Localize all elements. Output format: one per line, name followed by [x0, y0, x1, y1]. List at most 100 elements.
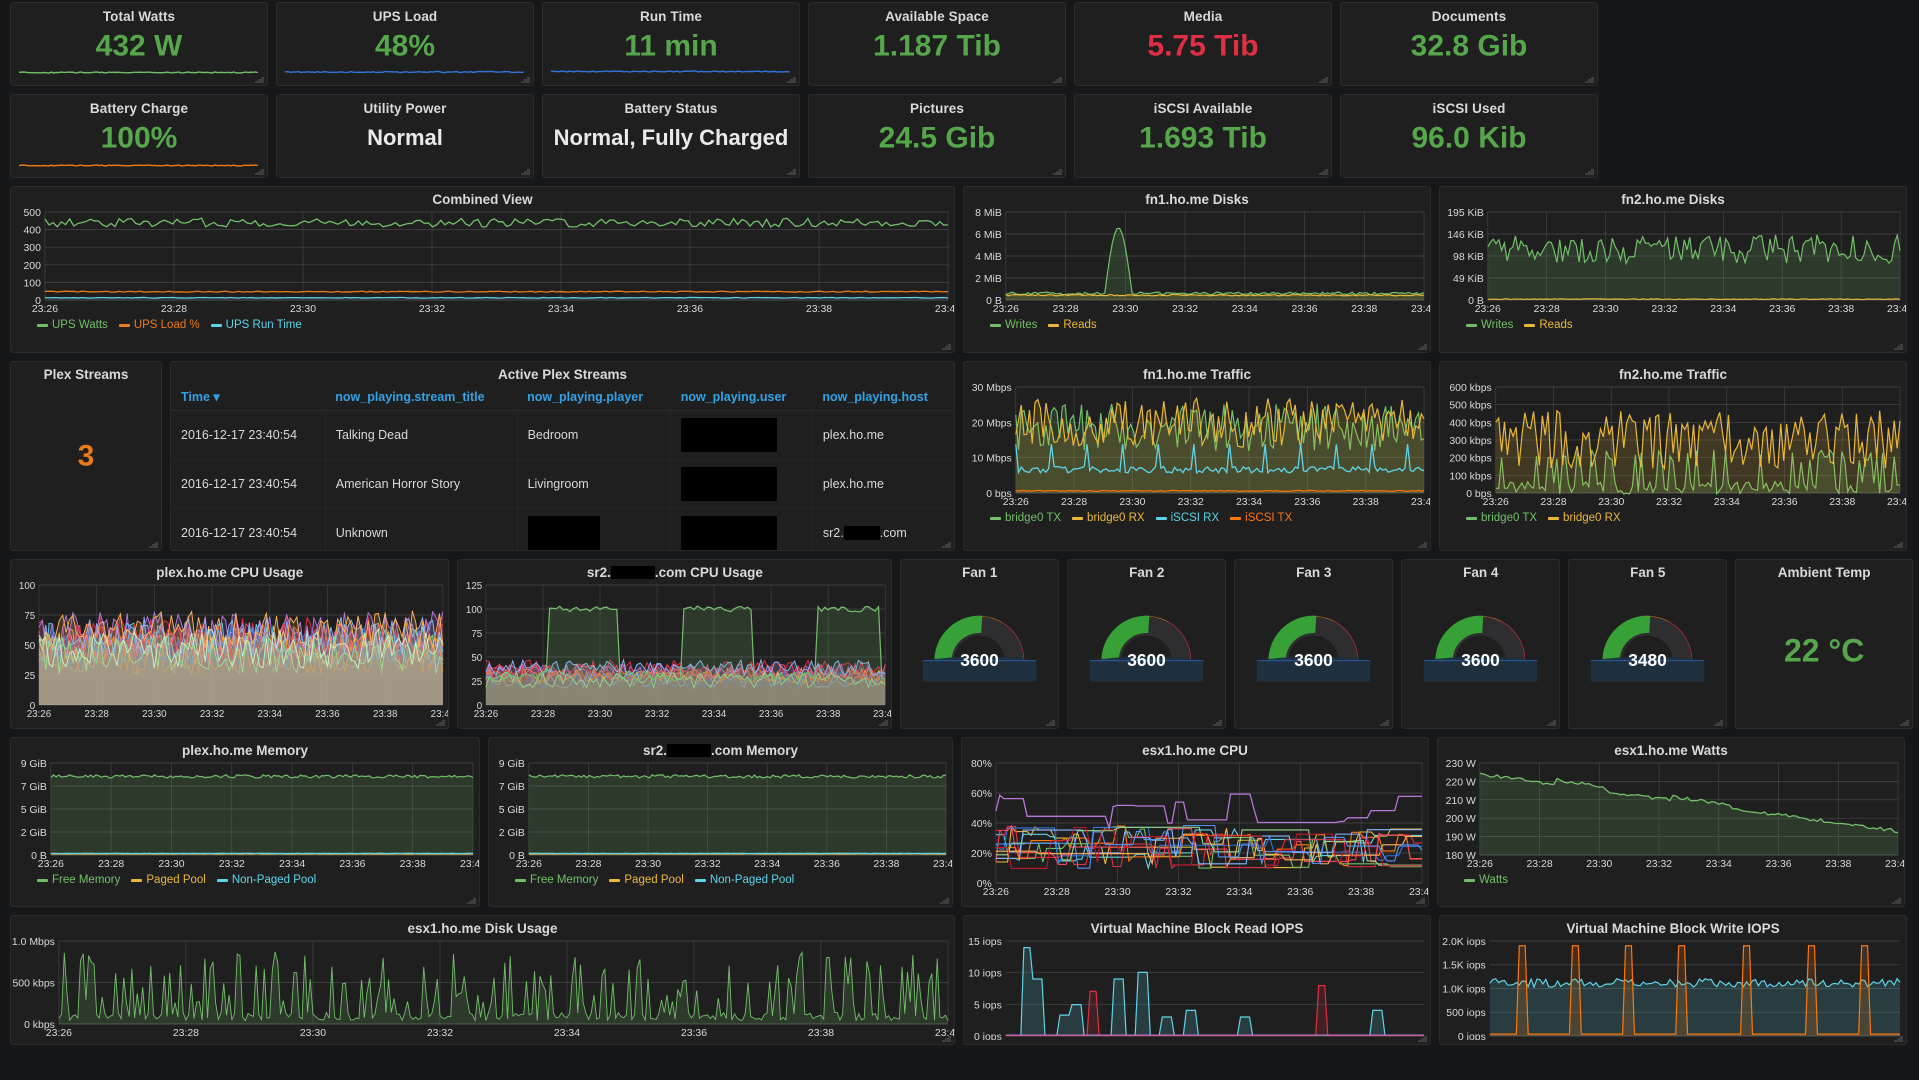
panel-title: Ambient Temp: [1777, 565, 1871, 580]
legend-item[interactable]: UPS Load %: [118, 319, 200, 331]
stat-panel-documents[interactable]: Documents 32.8 Gib: [1340, 2, 1598, 86]
panel-active-plex-streams[interactable]: Active Plex Streams Time ▾ now_playing.st…: [170, 361, 955, 551]
panel-esx1-cpu[interactable]: esx1.ho.me CPU 80% 60% 40% 20% 0% 23:26 23:28 2…: [961, 737, 1429, 907]
cell-player: [517, 508, 672, 550]
panel-sr2-memory[interactable]: sr2. .com Memory 9 GiB 7 GiB 5 GiB 2 GiB 0 B2…: [488, 737, 953, 907]
legend-item[interactable]: Watts: [1464, 874, 1508, 886]
panel-fan-2[interactable]: Fan 2 3600: [1067, 559, 1227, 729]
legend-item[interactable]: Paged Pool: [131, 874, 206, 886]
y-axis-tick: 75: [24, 611, 35, 622]
table-column-header[interactable]: now_playing.stream_title: [325, 383, 518, 411]
stat-panel-run-time[interactable]: Run Time 11 min: [542, 2, 800, 86]
legend-swatch: [131, 878, 143, 882]
fan-gauge: 3600: [1235, 581, 1392, 685]
legend-item[interactable]: Writes: [1466, 319, 1513, 331]
table-column-header[interactable]: Time ▾: [171, 383, 326, 411]
cell-user: [670, 459, 813, 509]
panel-fan-3[interactable]: Fan 3 3600: [1234, 559, 1394, 729]
panel-sr2-cpu-usage[interactable]: sr2. .com CPU Usage 125 100 75 50 25 0 23:26 23:…: [457, 559, 893, 729]
y-axis-tick: 300 kbps: [1449, 436, 1491, 447]
panel-fan-5[interactable]: Fan 5 3480: [1568, 559, 1728, 729]
redacted-block: [681, 467, 778, 501]
panel-title: Active Plex Streams: [497, 367, 628, 382]
stat-panel-media[interactable]: Media 5.75 Tib: [1074, 2, 1332, 86]
legend-swatch: [694, 878, 706, 882]
x-axis-tick: 23:34: [754, 859, 780, 870]
legend-item[interactable]: UPS Run Time: [210, 319, 302, 331]
panel-vm-read-iops[interactable]: Virtual Machine Block Read IOPS 15 iops 1…: [963, 915, 1431, 1045]
stat-panel-iscsi-used[interactable]: iSCSI Used 96.0 Kib: [1340, 94, 1598, 178]
x-axis-tick: 23:28: [531, 709, 556, 720]
legend-swatch: [37, 878, 48, 882]
panel-fn1-disks[interactable]: fn1.ho.me Disks 8 MiB 6 MiB 4 MiB 2 MiB 0 B2…: [963, 186, 1431, 353]
legend-swatch: [1466, 516, 1477, 520]
cell-host: plex.ho.me: [812, 459, 954, 509]
table-row[interactable]: 2016-12-17 23:40:54 Unknown sr2. .com: [171, 508, 954, 550]
x-axis-tick: 23:40: [873, 709, 891, 720]
sr2-memory-legend: Free Memory Paged Pool Non-Paged Pool: [489, 871, 952, 890]
legend-item[interactable]: bridge0 RX: [1548, 512, 1621, 524]
graph-row-1: Combined View 500 400 300 200 100 0 23:26 23:28…: [10, 186, 1913, 353]
panel-fn1-traffic[interactable]: fn1.ho.me Traffic 30 Mbps 20 Mbps 10 Mbps 0…: [963, 361, 1431, 551]
y-axis-tick: 30 Mbps: [972, 383, 1012, 394]
legend-item[interactable]: Free Memory: [37, 874, 120, 886]
stat-panel-pictures[interactable]: Pictures 24.5 Gib: [808, 94, 1066, 178]
y-axis-tick: 20%: [971, 849, 992, 860]
stat-panel-ups-load[interactable]: UPS Load 48%: [276, 2, 534, 86]
fan-gauge-value: 3600: [960, 650, 999, 670]
y-axis-tick: 2 GiB: [21, 828, 47, 839]
legend-item[interactable]: UPS Watts: [37, 319, 108, 331]
panel-fn2-disks[interactable]: fn2.ho.me Disks 195 KiB 146 KiB 98 KiB 49 K…: [1439, 186, 1907, 353]
table-column-header[interactable]: now_playing.user: [670, 383, 813, 411]
x-axis-tick: 23:30: [300, 1028, 326, 1039]
y-axis-tick: 2.0K iops: [1442, 937, 1486, 948]
legend-item[interactable]: Writes: [990, 319, 1037, 331]
panel-fan-4[interactable]: Fan 4 3600: [1401, 559, 1561, 729]
y-axis-tick: 210 W: [1446, 796, 1476, 807]
legend-item[interactable]: iSCSI TX: [1230, 512, 1292, 524]
panel-fan-1[interactable]: Fan 1 3600: [900, 559, 1060, 729]
table-row[interactable]: 2016-12-17 23:40:54 Talking Dead Bedroom pl…: [171, 410, 954, 460]
legend-item[interactable]: Paged Pool: [609, 874, 684, 886]
table-row[interactable]: 2016-12-17 23:40:54 American Horror Story…: [171, 459, 954, 509]
x-axis-tick: 23:32: [1165, 887, 1191, 898]
legend-item[interactable]: bridge0 RX: [1072, 512, 1145, 524]
x-axis-tick: 23:34: [554, 1028, 580, 1039]
x-axis-tick: 23:32: [1646, 859, 1672, 870]
panel-plex-streams[interactable]: Plex Streams 3: [10, 361, 162, 551]
x-axis-tick: 23:28: [1540, 497, 1566, 508]
panel-esx1-watts[interactable]: esx1.ho.me Watts 230 W 220 W 210 W 200 W 190…: [1437, 737, 1905, 907]
sparkline: [284, 67, 525, 77]
stat-panel-battery-status[interactable]: Battery Status Normal, Fully Charged: [542, 94, 800, 178]
panel-fn2-traffic[interactable]: fn2.ho.me Traffic 600 kbps 500 kbps 400 kb…: [1439, 361, 1907, 551]
legend-item[interactable]: bridge0 TX: [1466, 512, 1537, 524]
legend-item[interactable]: Free Memory: [515, 874, 598, 886]
panel-plex-memory[interactable]: plex.ho.me Memory 9 GiB 7 GiB 5 GiB 2 GiB 0 …: [10, 737, 480, 907]
legend-item[interactable]: Reads: [1048, 319, 1097, 331]
stat-panel-battery-charge[interactable]: Battery Charge 100%: [10, 94, 268, 178]
panel-ambient-temp[interactable]: Ambient Temp 22 °C: [1735, 559, 1913, 729]
stat-panel-iscsi-available[interactable]: iSCSI Available 1.693 Tib: [1074, 94, 1332, 178]
legend-item[interactable]: Reads: [1524, 319, 1573, 331]
stat-title: iSCSI Available: [1153, 101, 1253, 116]
stat-title: Utility Power: [363, 101, 447, 116]
cell-user: [670, 508, 813, 550]
cell-time: 2016-12-17 23:40:54: [171, 410, 326, 460]
legend-item[interactable]: Non-Paged Pool: [216, 874, 316, 886]
panel-title: Plex Streams: [43, 367, 129, 382]
stat-panel-available-space[interactable]: Available Space 1.187 Tib: [808, 2, 1066, 86]
table-column-header[interactable]: now_playing.host: [812, 383, 954, 411]
panel-esx1-disk-usage[interactable]: esx1.ho.me Disk Usage 1.0 Mbps 500 kbps 0 …: [10, 915, 955, 1045]
cell-stream-title: Talking Dead: [325, 410, 518, 460]
legend-item[interactable]: bridge0 TX: [990, 512, 1061, 524]
table-column-header[interactable]: now_playing.player: [517, 383, 671, 411]
legend-item[interactable]: Non-Paged Pool: [694, 874, 794, 886]
legend-item[interactable]: iSCSI RX: [1155, 512, 1219, 524]
sparkline: [18, 67, 259, 77]
stat-panel-total-watts[interactable]: Total Watts 432 W: [10, 2, 268, 86]
stat-title: UPS Load: [372, 9, 438, 24]
panel-plex-cpu-usage[interactable]: plex.ho.me CPU Usage 100 75 50 25 0 23:26 23:2…: [10, 559, 450, 729]
panel-combined-view[interactable]: Combined View 500 400 300 200 100 0 23:26 23:28…: [10, 186, 955, 353]
panel-vm-write-iops[interactable]: Virtual Machine Block Write IOPS 2.0K io…: [1439, 915, 1907, 1045]
stat-panel-utility-power[interactable]: Utility Power Normal: [276, 94, 534, 178]
